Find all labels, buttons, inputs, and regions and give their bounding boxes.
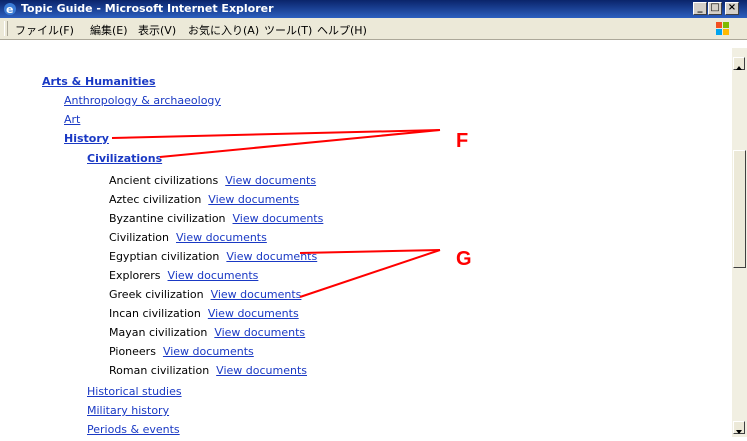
- annotation-overlay: [111, 129, 441, 298]
- annotation-arrow-g: [299, 249, 441, 298]
- annotation-arrow-g: [299, 249, 441, 254]
- annotation-label-f: F: [456, 130, 469, 152]
- annotation-label-g: G: [456, 248, 472, 270]
